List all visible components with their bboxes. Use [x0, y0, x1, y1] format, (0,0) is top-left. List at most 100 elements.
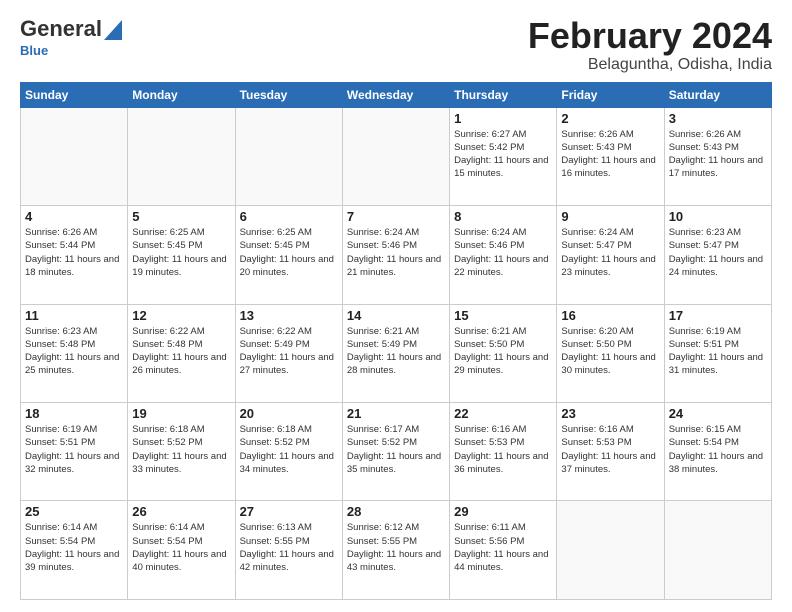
day-number: 18	[25, 406, 123, 421]
title-area: February 2024 Belaguntha, Odisha, India	[528, 16, 772, 74]
day-info: Sunrise: 6:12 AMSunset: 5:55 PMDaylight:…	[347, 521, 445, 574]
day-number: 26	[132, 504, 230, 519]
day-info: Sunrise: 6:21 AMSunset: 5:50 PMDaylight:…	[454, 325, 552, 378]
day-number: 29	[454, 504, 552, 519]
header-saturday: Saturday	[664, 82, 771, 107]
day-number: 25	[25, 504, 123, 519]
day-number: 8	[454, 209, 552, 224]
table-cell: 9 Sunrise: 6:24 AMSunset: 5:47 PMDaylight…	[557, 206, 664, 304]
logo-blue-text	[102, 16, 122, 42]
logo-triangle-icon	[104, 20, 122, 40]
week-row-1: 4 Sunrise: 6:26 AMSunset: 5:44 PMDaylight…	[21, 206, 772, 304]
day-info: Sunrise: 6:26 AMSunset: 5:43 PMDaylight:…	[669, 128, 767, 181]
table-cell: 27 Sunrise: 6:13 AMSunset: 5:55 PMDayligh…	[235, 501, 342, 600]
logo: General Blue	[20, 16, 122, 60]
header: General Blue February 2024 Belaguntha, O…	[20, 16, 772, 74]
day-number: 21	[347, 406, 445, 421]
header-wednesday: Wednesday	[342, 82, 449, 107]
table-cell	[128, 107, 235, 205]
day-number: 24	[669, 406, 767, 421]
table-cell: 1 Sunrise: 6:27 AMSunset: 5:42 PMDaylight…	[450, 107, 557, 205]
day-info: Sunrise: 6:16 AMSunset: 5:53 PMDaylight:…	[561, 423, 659, 476]
day-info: Sunrise: 6:14 AMSunset: 5:54 PMDaylight:…	[25, 521, 123, 574]
day-info: Sunrise: 6:25 AMSunset: 5:45 PMDaylight:…	[132, 226, 230, 279]
day-info: Sunrise: 6:18 AMSunset: 5:52 PMDaylight:…	[132, 423, 230, 476]
day-number: 10	[669, 209, 767, 224]
logo-sub-text: Blue	[20, 43, 48, 58]
day-info: Sunrise: 6:16 AMSunset: 5:53 PMDaylight:…	[454, 423, 552, 476]
day-info: Sunrise: 6:19 AMSunset: 5:51 PMDaylight:…	[25, 423, 123, 476]
day-info: Sunrise: 6:26 AMSunset: 5:44 PMDaylight:…	[25, 226, 123, 279]
table-cell	[21, 107, 128, 205]
week-row-0: 1 Sunrise: 6:27 AMSunset: 5:42 PMDaylight…	[21, 107, 772, 205]
table-cell: 20Sunrise: 6:18 AMSunset: 5:52 PMDayligh…	[235, 403, 342, 501]
header-thursday: Thursday	[450, 82, 557, 107]
day-info: Sunrise: 6:24 AMSunset: 5:46 PMDaylight:…	[347, 226, 445, 279]
week-row-3: 18 Sunrise: 6:19 AMSunset: 5:51 PMDayligh…	[21, 403, 772, 501]
table-cell: 23 Sunrise: 6:16 AMSunset: 5:53 PMDayligh…	[557, 403, 664, 501]
day-info: Sunrise: 6:22 AMSunset: 5:49 PMDaylight:…	[240, 325, 338, 378]
header-tuesday: Tuesday	[235, 82, 342, 107]
table-cell	[664, 501, 771, 600]
table-cell	[557, 501, 664, 600]
table-cell: 11 Sunrise: 6:23 AMSunset: 5:48 PMDayligh…	[21, 304, 128, 402]
table-cell: 6 Sunrise: 6:25 AMSunset: 5:45 PMDaylight…	[235, 206, 342, 304]
day-number: 19	[132, 406, 230, 421]
table-cell: 14 Sunrise: 6:21 AMSunset: 5:49 PMDayligh…	[342, 304, 449, 402]
table-cell: 29 Sunrise: 6:11 AMSunset: 5:56 PMDayligh…	[450, 501, 557, 600]
day-number: 15	[454, 308, 552, 323]
day-info: Sunrise: 6:23 AMSunset: 5:47 PMDaylight:…	[669, 226, 767, 279]
day-info: Sunrise: 6:13 AMSunset: 5:55 PMDaylight:…	[240, 521, 338, 574]
table-cell: 24 Sunrise: 6:15 AMSunset: 5:54 PMDayligh…	[664, 403, 771, 501]
day-number: 14	[347, 308, 445, 323]
table-cell: 5 Sunrise: 6:25 AMSunset: 5:45 PMDaylight…	[128, 206, 235, 304]
table-cell: 16Sunrise: 6:20 AMSunset: 5:50 PMDayligh…	[557, 304, 664, 402]
page: General Blue February 2024 Belaguntha, O…	[0, 0, 792, 612]
header-sunday: Sunday	[21, 82, 128, 107]
table-cell: 2 Sunrise: 6:26 AMSunset: 5:43 PMDaylight…	[557, 107, 664, 205]
table-cell: 4 Sunrise: 6:26 AMSunset: 5:44 PMDaylight…	[21, 206, 128, 304]
day-number: 2	[561, 111, 659, 126]
day-number: 4	[25, 209, 123, 224]
table-cell: 18 Sunrise: 6:19 AMSunset: 5:51 PMDayligh…	[21, 403, 128, 501]
day-number: 9	[561, 209, 659, 224]
day-info: Sunrise: 6:15 AMSunset: 5:54 PMDaylight:…	[669, 423, 767, 476]
day-info: Sunrise: 6:21 AMSunset: 5:49 PMDaylight:…	[347, 325, 445, 378]
day-info: Sunrise: 6:14 AMSunset: 5:54 PMDaylight:…	[132, 521, 230, 574]
table-cell	[235, 107, 342, 205]
week-row-2: 11 Sunrise: 6:23 AMSunset: 5:48 PMDayligh…	[21, 304, 772, 402]
day-number: 5	[132, 209, 230, 224]
table-cell	[342, 107, 449, 205]
day-info: Sunrise: 6:26 AMSunset: 5:43 PMDaylight:…	[561, 128, 659, 181]
table-cell: 10 Sunrise: 6:23 AMSunset: 5:47 PMDayligh…	[664, 206, 771, 304]
day-info: Sunrise: 6:25 AMSunset: 5:45 PMDaylight:…	[240, 226, 338, 279]
day-info: Sunrise: 6:24 AMSunset: 5:47 PMDaylight:…	[561, 226, 659, 279]
day-info: Sunrise: 6:17 AMSunset: 5:52 PMDaylight:…	[347, 423, 445, 476]
day-info: Sunrise: 6:19 AMSunset: 5:51 PMDaylight:…	[669, 325, 767, 378]
day-number: 27	[240, 504, 338, 519]
day-number: 3	[669, 111, 767, 126]
day-number: 11	[25, 308, 123, 323]
month-title: February 2024	[528, 16, 772, 56]
day-number: 1	[454, 111, 552, 126]
day-number: 23	[561, 406, 659, 421]
day-number: 6	[240, 209, 338, 224]
day-number: 7	[347, 209, 445, 224]
table-cell: 21 Sunrise: 6:17 AMSunset: 5:52 PMDayligh…	[342, 403, 449, 501]
day-number: 28	[347, 504, 445, 519]
table-cell: 13Sunrise: 6:22 AMSunset: 5:49 PMDayligh…	[235, 304, 342, 402]
day-info: Sunrise: 6:23 AMSunset: 5:48 PMDaylight:…	[25, 325, 123, 378]
table-cell: 22 Sunrise: 6:16 AMSunset: 5:53 PMDayligh…	[450, 403, 557, 501]
header-friday: Friday	[557, 82, 664, 107]
day-info: Sunrise: 6:18 AMSunset: 5:52 PMDaylight:…	[240, 423, 338, 476]
day-info: Sunrise: 6:27 AMSunset: 5:42 PMDaylight:…	[454, 128, 552, 181]
day-info: Sunrise: 6:11 AMSunset: 5:56 PMDaylight:…	[454, 521, 552, 574]
table-cell: 8Sunrise: 6:24 AMSunset: 5:46 PMDaylight…	[450, 206, 557, 304]
table-cell: 28 Sunrise: 6:12 AMSunset: 5:55 PMDayligh…	[342, 501, 449, 600]
day-number: 17	[669, 308, 767, 323]
day-number: 22	[454, 406, 552, 421]
day-number: 16	[561, 308, 659, 323]
day-info: Sunrise: 6:22 AMSunset: 5:48 PMDaylight:…	[132, 325, 230, 378]
table-cell: 15 Sunrise: 6:21 AMSunset: 5:50 PMDayligh…	[450, 304, 557, 402]
table-cell: 17 Sunrise: 6:19 AMSunset: 5:51 PMDayligh…	[664, 304, 771, 402]
